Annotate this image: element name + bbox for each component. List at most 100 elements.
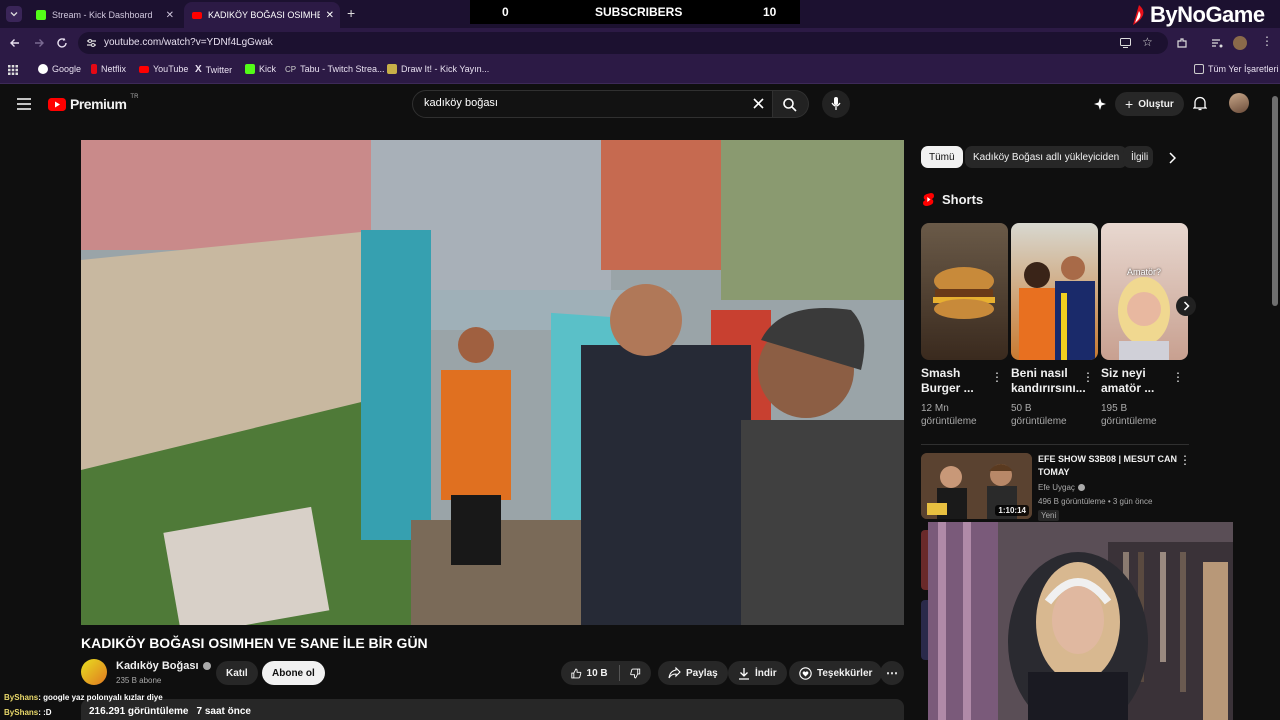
thumbs-down-icon[interactable] <box>630 667 641 680</box>
shorts-icon <box>923 193 934 206</box>
apps-grid-icon[interactable] <box>8 65 18 75</box>
short-thumbnail[interactable] <box>921 223 1008 360</box>
close-icon[interactable]: ✕ <box>166 10 174 21</box>
bookmark-twitter[interactable]: X Twitter <box>195 64 232 75</box>
hamburger-menu-icon[interactable] <box>17 98 31 110</box>
video-stats: 216.291 görüntüleme 7 saat önce <box>89 706 251 717</box>
site-settings-icon[interactable] <box>86 38 97 48</box>
voice-search-button[interactable] <box>822 90 850 118</box>
account-avatar[interactable] <box>1229 93 1249 113</box>
more-dots-icon: ⋯ <box>886 666 898 680</box>
rec-meta: 496 B görüntüleme • 3 gün önce <box>1038 497 1153 506</box>
shorts-next-button[interactable] <box>1176 296 1196 316</box>
reload-icon[interactable] <box>56 37 68 49</box>
chip-from-uploader[interactable]: Kadıköy Boğası adlı yükleyiciden <box>965 146 1128 168</box>
bookmark-google[interactable]: Google <box>38 64 81 74</box>
thumbs-up-icon[interactable] <box>571 667 582 680</box>
chevron-right-icon <box>1183 301 1190 311</box>
notifications-bell-icon[interactable] <box>1193 96 1207 111</box>
browser-tab-bar: Stream - Kick Dashboard ✕ KADIKÖY BOĞASI… <box>0 0 1280 28</box>
bookmark-drawit[interactable]: Draw It! - Kick Yayın... <box>387 64 489 74</box>
close-icon[interactable]: ✕ <box>326 10 334 21</box>
bookmark-tabu[interactable]: CP Tabu - Twitch Strea... <box>285 64 385 74</box>
back-arrow-icon[interactable] <box>9 37 21 49</box>
profile-avatar[interactable] <box>1233 36 1247 50</box>
create-button[interactable]: + Oluştur <box>1115 92 1184 116</box>
short-thumbnail[interactable]: Amatör? <box>1101 223 1188 360</box>
download-button[interactable]: İndir <box>728 661 787 685</box>
cast-sparkle-icon[interactable] <box>1093 97 1107 111</box>
thanks-button[interactable]: Teşekkürler <box>789 661 883 685</box>
rec-channel[interactable]: Efe Uygaç <box>1038 483 1075 492</box>
rec-title[interactable]: EFE SHOW S3B08 | MESUT CAN TOMAY <box>1038 453 1178 479</box>
logo-country: TR <box>130 94 139 100</box>
short-title-line: Siz neyi <box>1101 366 1146 380</box>
tab-youtube-video[interactable]: KADIKÖY BOĞASI OSIMHEN VE ✕ <box>184 2 340 28</box>
rec-thumbnail[interactable]: 1:10:14 <box>921 453 1032 519</box>
short-views: 50 B görüntüleme <box>1011 402 1091 428</box>
video-title: KADIKÖY BOĞASI OSIMHEN VE SANE İLE BİR G… <box>81 635 428 651</box>
short-menu-icon[interactable]: ⋮ <box>1082 370 1094 384</box>
chat-message: ByShans: :D <box>4 708 52 717</box>
all-bookmarks[interactable]: Tüm Yer İşaretleri <box>1194 64 1279 74</box>
video-player[interactable] <box>81 140 904 625</box>
short-title-line: amatör ... <box>1101 381 1155 395</box>
url-text[interactable]: youtube.com/watch?v=YDNf4LgGwak <box>104 37 273 48</box>
like-count[interactable]: 10 B <box>587 668 608 679</box>
upload-time: 7 saat önce <box>196 706 251 717</box>
bookmark-label: Netflix <box>101 64 127 74</box>
rec-menu-icon[interactable]: ⋮ <box>1179 453 1191 467</box>
divider <box>618 665 620 681</box>
chip-related[interactable]: İlgili <box>1123 146 1153 168</box>
brand-flame-icon <box>1133 5 1144 25</box>
share-button[interactable]: Paylaş <box>658 661 728 685</box>
tab-kick-dashboard[interactable]: Stream - Kick Dashboard ✕ <box>28 2 180 28</box>
short-menu-icon[interactable]: ⋮ <box>991 370 1003 384</box>
short-title[interactable]: Smash Burger ... <box>921 366 996 396</box>
channel-avatar[interactable] <box>81 659 107 685</box>
short-views-line: 12 Mn <box>921 403 949 414</box>
new-tab-button[interactable]: + <box>347 5 355 21</box>
share-label: Paylaş <box>686 667 718 679</box>
bookmark-youtube[interactable]: YouTube <box>139 64 188 74</box>
subscriber-count-left: 0 <box>502 5 509 19</box>
bookmark-star-icon[interactable]: ☆ <box>1142 35 1153 49</box>
join-button[interactable]: Katıl <box>216 661 258 685</box>
search-button[interactable] <box>773 90 809 118</box>
subscribe-label: Abone ol <box>272 667 315 679</box>
tab-title: KADIKÖY BOĞASI OSIMHEN VE <box>208 10 320 20</box>
rec-duration: 1:10:14 <box>995 505 1029 516</box>
bookmark-kick[interactable]: Kick <box>245 64 276 74</box>
clear-search-icon[interactable] <box>753 98 764 109</box>
short-menu-icon[interactable]: ⋮ <box>1172 370 1184 384</box>
channel-name[interactable]: Kadıköy Boğası <box>116 660 199 672</box>
chip-all[interactable]: Tümü <box>921 146 963 168</box>
short-title[interactable]: Beni nasıl kandırırsını... <box>1011 366 1086 396</box>
chip-label: Kadıköy Boğası adlı yükleyiciden <box>973 151 1120 163</box>
tab-search-button[interactable] <box>6 6 22 22</box>
share-icon <box>668 667 681 679</box>
browser-menu-icon[interactable]: ⋮ <box>1261 34 1273 48</box>
media-control-icon[interactable] <box>1211 37 1223 49</box>
youtube-play-icon <box>48 97 66 111</box>
install-app-icon[interactable] <box>1120 38 1131 48</box>
short-thumbnail[interactable] <box>1011 223 1098 360</box>
search-value: kadıköy boğası <box>424 97 498 109</box>
like-dislike-group: 10 B <box>561 661 651 685</box>
bookmark-label: Kick <box>259 64 277 74</box>
bookmark-label: YouTube <box>153 64 189 74</box>
channel-name-row[interactable]: Kadıköy Boğası <box>116 660 211 672</box>
more-actions-button[interactable]: ⋯ <box>880 661 904 685</box>
forward-arrow-icon[interactable] <box>33 37 45 49</box>
extensions-icon[interactable] <box>1176 37 1188 49</box>
subscribe-button[interactable]: Abone ol <box>262 661 325 685</box>
video-frame-image <box>81 140 904 625</box>
bookmark-netflix[interactable]: Netflix <box>91 64 126 74</box>
rec-channel-row[interactable]: Efe Uygaç <box>1038 483 1085 492</box>
chevron-right-icon[interactable] <box>1168 152 1176 164</box>
page-scrollbar-thumb[interactable] <box>1272 96 1278 306</box>
short-title-line: Beni nasıl <box>1011 366 1068 380</box>
short-title[interactable]: Siz neyi amatör ... <box>1101 366 1176 396</box>
kick-icon <box>36 10 46 20</box>
youtube-logo[interactable]: Premium TR <box>48 94 139 112</box>
